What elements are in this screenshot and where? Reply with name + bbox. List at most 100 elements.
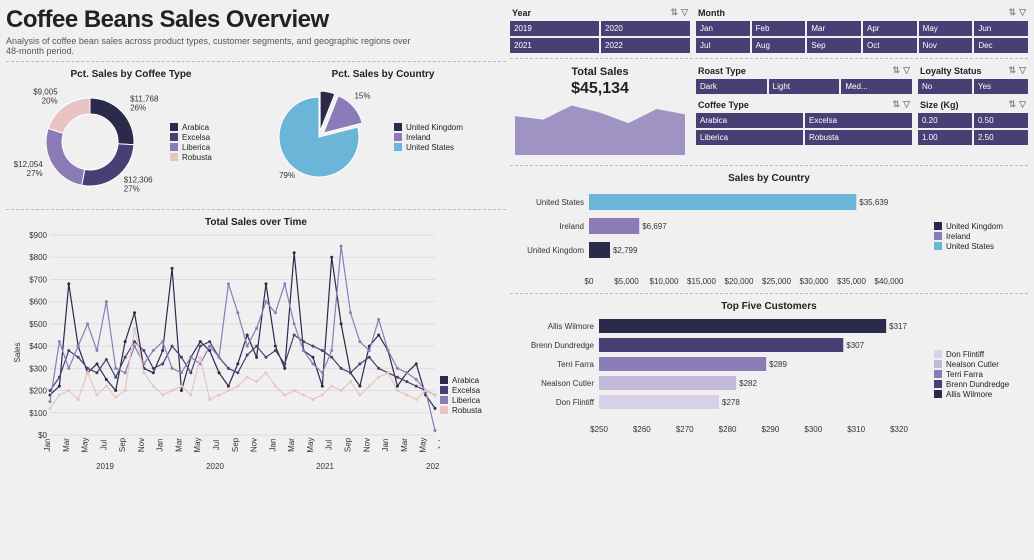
svg-text:$278: $278 <box>722 398 740 407</box>
filter-btn-apr[interactable]: Apr <box>863 21 917 36</box>
pie-chart-panel: Pct. Sales by Country 6%15%79% United Ki… <box>260 67 506 204</box>
filter-btn-0.50[interactable]: 0.50 <box>974 113 1028 128</box>
svg-text:Nov: Nov <box>250 438 259 452</box>
svg-text:$500: $500 <box>29 320 47 329</box>
filter-icon[interactable]: ▽ <box>903 65 910 76</box>
svg-text:Jul: Jul <box>99 440 108 450</box>
filter-btn-jun[interactable]: Jun <box>974 21 1028 36</box>
sort-icon[interactable]: ⇅ <box>1009 65 1017 76</box>
sort-icon[interactable]: ⇅ <box>671 7 679 18</box>
filter-btn-jul[interactable]: Jul <box>696 38 750 53</box>
country-bar-panel: Sales by Country United States$35,639Ire… <box>510 171 1028 288</box>
svg-text:26%: 26% <box>130 103 146 112</box>
svg-text:$320: $320 <box>890 425 908 434</box>
filter-btn-dec[interactable]: Dec <box>974 38 1028 53</box>
filter-btn-nov[interactable]: Nov <box>919 38 973 53</box>
filter-btn-sep[interactable]: Sep <box>807 38 861 53</box>
filter-btn-aug[interactable]: Aug <box>752 38 806 53</box>
timeseries-panel: Total Sales over Time $0$100$200$300$400… <box>6 215 506 549</box>
filter-btn-1.00[interactable]: 1.00 <box>918 130 972 145</box>
sort-icon[interactable]: ⇅ <box>893 65 901 76</box>
svg-text:$40,000: $40,000 <box>875 277 904 286</box>
filter-btn-med...[interactable]: Med... <box>841 79 912 94</box>
header: Coffee Beans Sales Overview Analysis of … <box>6 6 506 56</box>
filter-btn-excelsa[interactable]: Excelsa <box>805 113 912 128</box>
svg-text:Jan: Jan <box>156 439 165 452</box>
filter-btn-arabica[interactable]: Arabica <box>696 113 803 128</box>
svg-text:$2,799: $2,799 <box>613 246 638 255</box>
timeseries-legend: ArabicaExcelsaLibericaRobusta <box>440 375 482 416</box>
svg-text:$25,000: $25,000 <box>762 277 791 286</box>
filter-btn-0.20[interactable]: 0.20 <box>918 113 972 128</box>
filter-btn-light[interactable]: Light <box>769 79 840 94</box>
filter-icon[interactable]: ▽ <box>1019 99 1026 110</box>
svg-text:$0: $0 <box>585 277 594 286</box>
customers-chart: Allis Wilmore$317Brenn Dundredge$307Terr… <box>514 314 934 434</box>
filter-loyalty: Loyalty Status⇅▽ NoYes <box>918 64 1028 94</box>
svg-text:Sep: Sep <box>231 437 240 452</box>
svg-text:Ireland: Ireland <box>560 222 584 231</box>
filter-btn-2021[interactable]: 2021 <box>510 38 599 53</box>
filter-icon[interactable]: ▽ <box>681 7 688 18</box>
svg-text:$12,054: $12,054 <box>14 160 43 169</box>
svg-text:$400: $400 <box>29 342 47 351</box>
svg-text:$700: $700 <box>29 275 47 284</box>
filter-btn-robusta[interactable]: Robusta <box>805 130 912 145</box>
svg-text:May: May <box>419 437 428 452</box>
total-value: $45,134 <box>514 80 686 98</box>
svg-text:2021: 2021 <box>316 462 334 471</box>
svg-text:$10,000: $10,000 <box>650 277 679 286</box>
filter-btn-feb[interactable]: Feb <box>752 21 806 36</box>
svg-text:Mar: Mar <box>174 438 183 452</box>
filter-btn-liberica[interactable]: Liberica <box>696 130 803 145</box>
svg-text:$260: $260 <box>633 425 651 434</box>
svg-text:$5,000: $5,000 <box>614 277 639 286</box>
svg-text:Mar: Mar <box>62 438 71 452</box>
svg-text:79%: 79% <box>279 171 295 180</box>
filter-btn-yes[interactable]: Yes <box>974 79 1028 94</box>
filter-btn-mar[interactable]: Mar <box>807 21 861 36</box>
pie-chart: 6%15%79% <box>264 82 394 192</box>
svg-text:15%: 15% <box>354 92 370 101</box>
filter-btn-jan[interactable]: Jan <box>696 21 750 36</box>
country-bar-chart: United States$35,639Ireland$6,697United … <box>514 186 934 286</box>
filter-coffee: Coffee Type⇅▽ ArabicaExcelsaLibericaRobu… <box>696 98 912 145</box>
filter-btn-oct[interactable]: Oct <box>863 38 917 53</box>
svg-text:$300: $300 <box>804 425 822 434</box>
total-sales-card: Total Sales $45,134 <box>510 64 690 160</box>
filter-icon[interactable]: ▽ <box>1019 65 1026 76</box>
svg-text:$6,697: $6,697 <box>642 222 667 231</box>
svg-text:Jan: Jan <box>43 439 52 452</box>
filter-btn-2019[interactable]: 2019 <box>510 21 599 36</box>
svg-text:27%: 27% <box>27 169 43 178</box>
svg-text:Terri Farra: Terri Farra <box>557 360 594 369</box>
svg-text:United States: United States <box>536 198 584 207</box>
filter-size: Size (Kg)⇅▽ 0.200.501.002.50 <box>918 98 1028 145</box>
filter-btn-no[interactable]: No <box>918 79 972 94</box>
filter-btn-may[interactable]: May <box>919 21 973 36</box>
svg-text:$300: $300 <box>29 364 47 373</box>
svg-text:Sep: Sep <box>343 437 352 452</box>
svg-text:2020: 2020 <box>206 462 224 471</box>
page-subtitle: Analysis of coffee bean sales across pro… <box>6 36 426 56</box>
svg-text:Nov: Nov <box>137 438 146 452</box>
filter-icon[interactable]: ▽ <box>1019 7 1026 18</box>
sort-icon[interactable]: ⇅ <box>1009 99 1017 110</box>
timeseries-chart: $0$100$200$300$400$500$600$700$800$900Sa… <box>10 230 440 475</box>
filter-btn-2.50[interactable]: 2.50 <box>974 130 1028 145</box>
filter-icon[interactable]: ▽ <box>903 99 910 110</box>
svg-text:May: May <box>306 437 315 452</box>
sort-icon[interactable]: ⇅ <box>1009 7 1017 18</box>
svg-text:$289: $289 <box>769 360 787 369</box>
sort-icon[interactable]: ⇅ <box>893 99 901 110</box>
filter-btn-2022[interactable]: 2022 <box>601 38 690 53</box>
svg-text:Nov: Nov <box>362 438 371 452</box>
filter-month: Month⇅▽ JanFebMarAprMayJunJulAugSepOctNo… <box>696 6 1028 53</box>
svg-text:$290: $290 <box>762 425 780 434</box>
svg-text:Mar: Mar <box>400 438 409 452</box>
svg-text:$317: $317 <box>889 322 907 331</box>
svg-text:Sales: Sales <box>13 342 22 362</box>
filter-btn-dark[interactable]: Dark <box>696 79 767 94</box>
svg-text:Jul: Jul <box>437 440 440 450</box>
filter-btn-2020[interactable]: 2020 <box>601 21 690 36</box>
